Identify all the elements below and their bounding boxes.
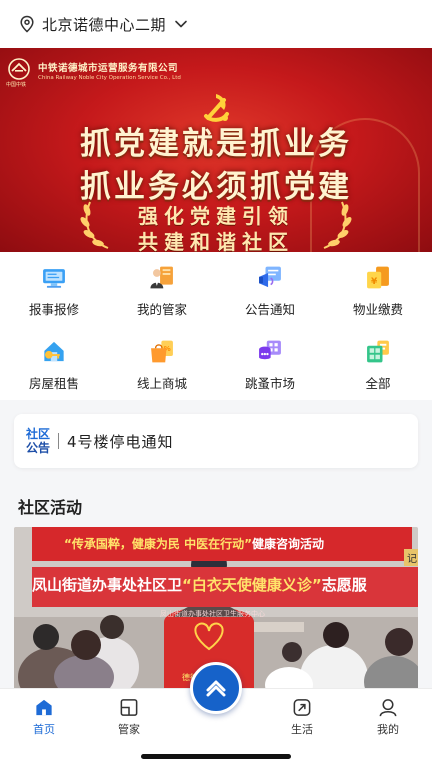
notice-tag-line1: 社区: [26, 427, 51, 441]
notice-text: 4号楼停电通知: [67, 432, 174, 451]
menu-label: 跳蚤市场: [244, 376, 295, 391]
brand-logo-icon: [206, 680, 226, 697]
tab-label: 我的: [377, 723, 399, 736]
menu-label: 线上商城: [136, 376, 187, 391]
activity-banner-text-2a: 凤山街道办事处社区卫: [32, 576, 183, 594]
tab-profile[interactable]: 我的: [358, 697, 418, 737]
activity-banner-text-2b: “白衣天使健康义诊”: [182, 576, 322, 594]
activity-banner-text-1a: “传承国粹，健康为民 中医在行动”: [64, 537, 252, 551]
notice-tag: 社区 公告: [26, 427, 50, 455]
menu-item-online-mall[interactable]: % 线上商城: [108, 326, 216, 392]
activity-banner-text-2c: 志愿服: [321, 576, 367, 594]
menu-item-butler[interactable]: 我的管家: [108, 252, 216, 318]
menu-item-report-repair[interactable]: 报事报修: [0, 252, 108, 318]
location-pin-icon: [18, 15, 36, 33]
banner-slogan-4: 共建和谐社区: [138, 230, 294, 252]
menu-item-house-rental[interactable]: 房屋租售: [0, 326, 108, 392]
butler-tab-icon: [120, 699, 138, 716]
activity-banner-text-2: 凤山街道办事处社区卫“白衣天使健康义诊”志愿服: [32, 574, 367, 595]
home-indicator: [141, 754, 291, 759]
menu-item-property-fee[interactable]: ¥ 物业缴费: [324, 252, 432, 318]
banner-brand: 中铁诺德城市运营服务有限公司 China Railway Noble City …: [0, 48, 432, 92]
notice-divider: [58, 433, 60, 449]
all-services-icon: [367, 340, 389, 363]
banner-slogan-1: 抓党建就是抓业务: [80, 126, 352, 162]
online-mall-icon: %: [151, 340, 173, 363]
company-logo-icon: [8, 58, 30, 80]
activity-banner-text-1: “传承国粹，健康为民 中医在行动”健康咨询活动: [64, 535, 324, 552]
tab-label: 生活: [291, 723, 313, 736]
location-selector[interactable]: 北京诺德中心二期: [0, 0, 432, 48]
menu-label: 房屋租售: [28, 376, 79, 391]
logo-caption: 中国中铁: [6, 82, 27, 88]
report-repair-icon: [43, 269, 65, 288]
menu-item-flea-market[interactable]: 跳蚤市场: [216, 326, 324, 392]
community-notice-bar[interactable]: 社区 公告 4号楼停电通知: [14, 414, 418, 468]
home-icon: [36, 699, 52, 716]
center-action-button[interactable]: [190, 662, 242, 714]
menu-label: 报事报修: [28, 302, 79, 317]
location-name: 北京诺德中心二期: [42, 15, 167, 34]
profile-icon: [379, 699, 397, 717]
chevron-down-icon: [174, 17, 188, 31]
property-fee-icon: ¥: [367, 266, 389, 289]
tab-home[interactable]: 首页: [14, 697, 74, 737]
tab-butler[interactable]: 管家: [99, 697, 159, 737]
house-rental-icon: [44, 341, 64, 362]
activity-right-tag: 记: [404, 549, 418, 566]
company-name-en: China Railway Noble City Operation Servi…: [38, 74, 181, 81]
menu-item-announcement[interactable]: 公告通知: [216, 252, 324, 318]
tab-life[interactable]: 生活: [272, 697, 332, 737]
menu-label: 全部: [365, 376, 391, 391]
menu-label: 我的管家: [136, 302, 187, 317]
butler-icon: [150, 266, 173, 289]
menu-item-all[interactable]: 全部: [324, 326, 432, 392]
svg-text:¥: ¥: [371, 277, 378, 287]
announcement-icon: [259, 266, 281, 288]
life-icon: [293, 699, 311, 716]
banner-slogan-3: 强化党建引领: [138, 204, 294, 228]
activity-banner-small: 凤山街道办事处社区卫生服务中心: [160, 610, 265, 618]
flea-market-icon: [259, 340, 281, 360]
menu-label: 物业缴费: [352, 302, 403, 317]
company-name-cn: 中铁诺德城市运营服务有限公司: [38, 62, 179, 74]
notice-tag-line2: 公告: [26, 441, 51, 455]
activity-banner-text-1b: 健康咨询活动: [251, 537, 324, 551]
menu-label: 公告通知: [244, 302, 295, 317]
app-screen: 北京诺德中心二期 中铁诺德城市运营服务有限公司 China Railway No…: [0, 0, 432, 768]
party-building-banner[interactable]: 中铁诺德城市运营服务有限公司 China Railway Noble City …: [0, 48, 432, 252]
tab-label: 管家: [118, 723, 140, 736]
section-title: 社区活动: [18, 498, 83, 517]
tab-label: 首页: [33, 723, 55, 736]
service-menu-grid: 报事报修 我的管家 公告通知 ¥ 物业缴费 房屋租售 % 线上商城 跳蚤市场 全…: [0, 252, 432, 400]
